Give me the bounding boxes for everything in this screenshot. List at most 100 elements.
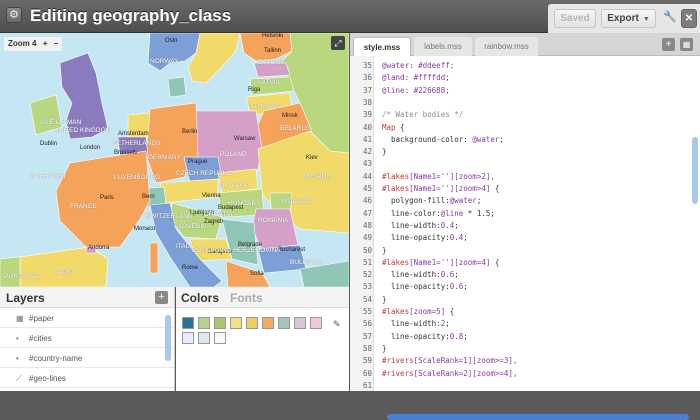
line-number: 52 <box>362 270 372 280</box>
polygon-icon: ▦ <box>16 314 24 323</box>
tab-rainbow-mss[interactable]: rainbow.mss <box>475 37 538 56</box>
code-token: ; <box>499 134 504 144</box>
eyedropper-icon[interactable]: ✎ <box>333 319 341 330</box>
line-number: 50 <box>362 245 372 255</box>
code-token: line-color: <box>382 208 441 218</box>
layers-scrollbar[interactable] <box>165 315 171 361</box>
zoom-level: Zoom 4 <box>8 39 37 48</box>
color-swatch[interactable] <box>198 317 210 329</box>
country-label: GERMANY <box>148 154 181 161</box>
code-token: [Name1=''][zoom>4] <box>409 184 491 193</box>
code-token: { <box>395 122 405 132</box>
line-gutter: 35 36 37 38 39 40 41 42 43 44 45 46 47 48 49 50 51 52 53 54… <box>350 56 374 391</box>
country-label: POLAND <box>220 151 247 158</box>
layer-item[interactable]: • #cities <box>0 328 174 348</box>
editor-horizontal-scrollbar[interactable] <box>387 414 689 420</box>
code-line: } <box>382 344 387 353</box>
country-label: GUERNSEY <box>30 173 67 180</box>
line-number: 37 <box>362 85 372 95</box>
color-swatch[interactable] <box>246 317 258 329</box>
code-token: line-width: <box>382 319 441 329</box>
line-icon: ⟋ <box>16 374 22 383</box>
country-label: SWITZERLAND <box>146 213 193 220</box>
city-label: Berlin <box>182 129 198 135</box>
code-line: @land: #ffffdd; <box>382 73 450 82</box>
color-swatch[interactable] <box>230 317 242 329</box>
color-swatch[interactable] <box>214 317 226 329</box>
code-token: [ScaleRank=1][zoom>=3], <box>413 356 518 366</box>
color-swatch[interactable] <box>310 317 322 329</box>
color-swatch[interactable] <box>262 317 274 329</box>
add-layer-button[interactable]: + <box>155 291 168 304</box>
country-label: UNITED KINGDOM <box>54 127 112 134</box>
zoom-in-button[interactable]: + <box>43 39 48 48</box>
country-label: BULGARIA <box>290 259 323 266</box>
code-token: background-color: <box>382 134 473 144</box>
city-label: Bucharest <box>278 247 306 253</box>
layers-title: Layers <box>6 291 45 305</box>
city-label: Dublin <box>40 141 58 147</box>
land-denmark <box>167 76 187 98</box>
code-token: ; <box>445 319 450 329</box>
close-icon[interactable]: ✕ <box>681 9 697 28</box>
country-label: NETHERLANDS <box>112 140 161 147</box>
code-token: } <box>382 294 387 304</box>
city-label: Tallinn <box>264 48 282 54</box>
saved-button[interactable]: Saved <box>554 9 596 28</box>
layer-item[interactable]: ▦ #paper <box>0 308 174 328</box>
tab-fonts[interactable]: Fonts <box>230 291 263 305</box>
line-number: 45 <box>362 184 372 193</box>
export-button[interactable]: Export ▼ <box>601 9 656 28</box>
editor-tabs: style.mss labels.mss rainbow.mss + ▦ <box>350 33 700 56</box>
line-number: 38 <box>362 97 372 107</box>
country-label: HUNGARY <box>228 200 261 207</box>
code-token: #lakes <box>382 257 410 267</box>
code-line: #lakes[zoom=5] { <box>382 307 454 316</box>
code-line: #lakes[Name1=''][zoom>2], <box>382 172 495 181</box>
code-line: line-width:0.6; <box>382 270 459 279</box>
code-token: 0.6 <box>440 270 455 280</box>
fullscreen-icon[interactable]: ⤢ <box>331 36 345 50</box>
color-swatch[interactable] <box>182 332 194 344</box>
code-token: 0.8 <box>449 331 464 341</box>
code-token: #rivers <box>382 368 414 378</box>
city-label: Riga <box>248 87 261 93</box>
country-label: SLOVENIA <box>174 223 207 230</box>
city-label: Prague <box>188 159 208 165</box>
line-number: 60 <box>362 368 372 378</box>
city-label: Amsterdam <box>118 131 149 137</box>
color-swatch[interactable] <box>214 332 226 344</box>
gear-icon[interactable]: ⚙ <box>6 7 22 23</box>
zoom-out-button[interactable]: − <box>54 39 59 48</box>
map-view[interactable]: Zoom 4 + − ⤢ Oslo Helsinki Tallinn Riga … <box>0 33 349 287</box>
country-label: BELARUS <box>280 125 311 132</box>
add-stylesheet-button[interactable]: + <box>662 38 675 51</box>
settings-icon[interactable]: ▦ <box>680 38 693 51</box>
layer-item[interactable]: ⟋ #geo-lines <box>0 368 174 388</box>
code-token: #ffffdd; <box>413 73 450 83</box>
color-swatch[interactable] <box>182 317 194 329</box>
city-label: London <box>80 145 101 151</box>
editor-vertical-scrollbar[interactable] <box>692 137 698 204</box>
color-swatch[interactable] <box>278 317 290 329</box>
line-number: 56 <box>362 319 372 329</box>
code-token: ; <box>454 270 459 280</box>
color-swatch[interactable] <box>294 317 306 329</box>
layer-item[interactable]: • #country-name <box>0 348 174 368</box>
code-line: #rivers[ScaleRank=1][zoom>=3], <box>382 356 517 365</box>
tab-colors[interactable]: Colors <box>181 291 219 305</box>
line-number: 41 <box>362 134 372 144</box>
tab-labels-mss[interactable]: labels.mss <box>414 37 472 56</box>
country-label: CROATIA <box>204 211 233 218</box>
code-line: } <box>382 147 387 156</box>
city-label: Warsaw <box>234 136 256 142</box>
line-number: 58 <box>362 343 372 353</box>
land-corsica-sardinia <box>149 242 159 274</box>
color-swatch[interactable] <box>198 332 210 344</box>
code-line: #rivers[ScaleRank=2][zoom>=4], <box>382 369 517 378</box>
line-number: 51 <box>362 257 372 267</box>
code-line: /* Water bodies */ <box>382 110 463 119</box>
tab-style-mss[interactable]: style.mss <box>353 37 411 56</box>
wrench-icon[interactable]: 🔧 <box>662 9 678 28</box>
line-number: 55 <box>362 307 372 316</box>
